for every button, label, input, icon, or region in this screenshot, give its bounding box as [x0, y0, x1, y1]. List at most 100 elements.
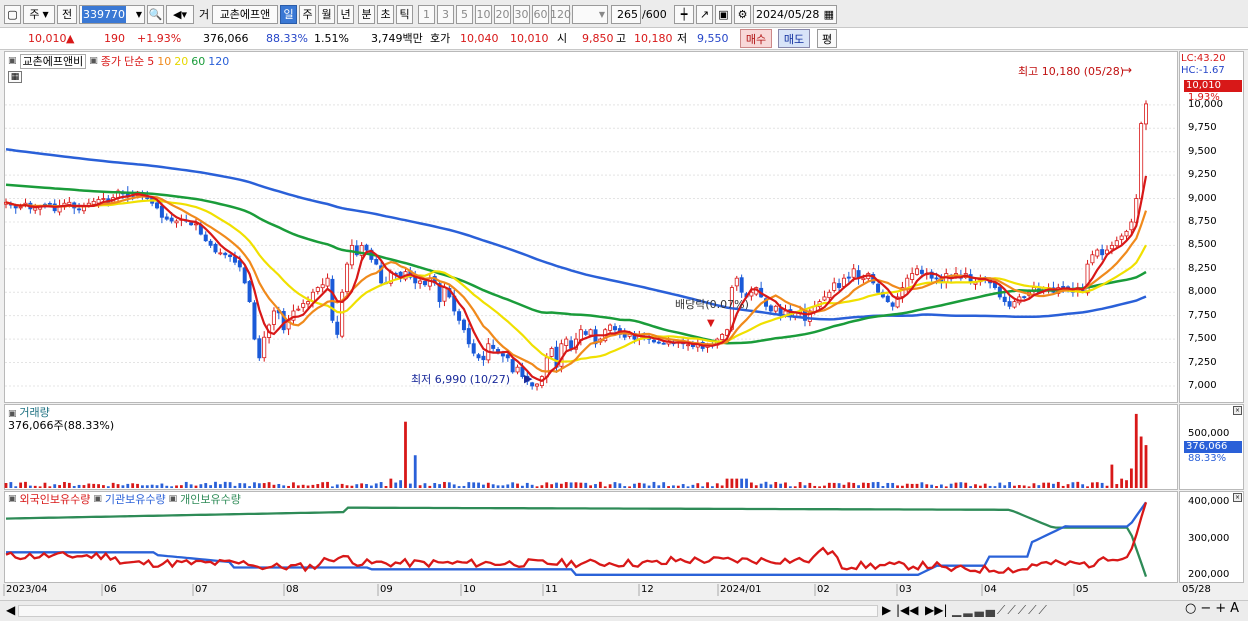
candle-body [651, 339, 656, 343]
volume-bar [915, 483, 919, 488]
grid-toggle-icon[interactable]: ▦ [8, 71, 22, 83]
volume-bar [637, 482, 641, 488]
volume-bar [48, 486, 52, 488]
volume-bar [788, 486, 792, 488]
candle-body [905, 277, 910, 289]
candle-body [686, 344, 691, 347]
volume-bar [579, 482, 583, 488]
candle-body [228, 254, 233, 258]
volume-bar [160, 483, 164, 488]
volume-bar [43, 482, 47, 488]
volume-bar [243, 483, 247, 488]
volume-bar [199, 484, 203, 488]
volume-bar [506, 484, 510, 488]
volume-bar [1013, 485, 1016, 488]
volume-bar [862, 482, 865, 488]
candle-body [500, 353, 505, 357]
volume-bar [720, 485, 724, 488]
volume-bar [784, 482, 787, 488]
volume-bar [145, 485, 149, 488]
volume-bar [871, 482, 875, 488]
scroll-track[interactable] [18, 605, 878, 617]
volume-bar [545, 482, 549, 488]
candle-body [768, 305, 773, 312]
candle-body [33, 207, 38, 211]
volume-bar [321, 482, 325, 488]
candle-body [1109, 244, 1114, 250]
candle-body [656, 341, 661, 344]
candle-body [320, 284, 325, 289]
x-tick-label: 06 [104, 584, 117, 595]
price-legend: ▣ 교촌에프앤비 ▣ 종가 단순 5 10 20 60 120 [8, 54, 229, 69]
candle-body [1002, 296, 1007, 303]
candle-body [471, 343, 476, 354]
volume-bar [248, 486, 251, 488]
volume-bar [301, 484, 305, 488]
volume-bar [491, 484, 495, 488]
volume-bar [881, 486, 885, 488]
panel-close-icon[interactable]: × [1233, 406, 1242, 415]
scroll-right-icon[interactable]: ▶ [882, 604, 891, 616]
candle-body [306, 301, 311, 305]
volume-bar [394, 482, 398, 488]
volume-bar [72, 485, 76, 488]
volume-bar [77, 484, 81, 488]
volume-title-text: 거래량 [19, 406, 50, 419]
x-tick-label: 08 [286, 584, 299, 595]
candle-body [1095, 249, 1100, 257]
volume-bar [1091, 482, 1094, 488]
panel-close-icon[interactable]: × [1233, 493, 1242, 502]
drawing-tools-icon[interactable]: ▁▂▃▄⟋⟋⟋⟋⟋ [952, 604, 1049, 616]
volume-bar [1056, 481, 1060, 488]
candle-body [885, 295, 890, 303]
candle-body [919, 269, 924, 274]
candle-body [583, 331, 588, 335]
volume-bar [564, 482, 568, 488]
holdings-tick-label: 400,000 [1188, 496, 1230, 508]
candle-body [934, 277, 939, 280]
volume-bar [866, 482, 870, 488]
candle-body [549, 348, 554, 357]
volume-bar [1003, 485, 1007, 488]
x-tick-label: 05/28 [1182, 584, 1211, 595]
volume-bar [141, 485, 144, 488]
volume-bar [316, 484, 320, 488]
volume-bar [472, 482, 476, 488]
candle-body [827, 291, 832, 299]
volume-bar [428, 485, 432, 488]
candle-body [1124, 230, 1129, 237]
scroll-first-icon[interactable]: |◀◀ [896, 604, 919, 616]
volume-pct-tag: 88.33% [1188, 453, 1227, 464]
volume-bar [706, 482, 709, 488]
volume-bar [150, 484, 154, 488]
volume-bar [501, 485, 505, 488]
volume-bar [477, 482, 480, 488]
volume-bar [920, 482, 924, 488]
volume-bar [28, 485, 32, 488]
bullet-icon: ▣ [8, 494, 17, 504]
volume-bar [209, 485, 213, 488]
volume-bar [667, 486, 670, 488]
price-tick-label: 9,750 [1188, 122, 1217, 134]
volume-bar [701, 486, 705, 488]
legend-stock-name[interactable]: 교촌에프앤비 [19, 54, 87, 69]
price-tick-label: 8,250 [1188, 262, 1217, 274]
candle-body [335, 321, 340, 335]
scroll-left-icon[interactable]: ◀ [6, 604, 15, 616]
volume-bar [901, 485, 904, 488]
zoom-controls[interactable]: ○−+A [1185, 602, 1243, 615]
scroll-last-icon[interactable]: ▶▶| [925, 604, 948, 616]
volume-bar [1052, 483, 1055, 488]
volume-bar [969, 486, 973, 488]
volume-bar [4, 483, 8, 488]
volume-bar [179, 485, 183, 488]
arrow-right-icon: ▶ [524, 372, 533, 385]
volume-bar [267, 482, 271, 488]
candle-body [189, 222, 194, 226]
volume-bar [1071, 482, 1075, 488]
volume-bar [19, 482, 23, 488]
volume-bar [988, 485, 992, 488]
x-tick-label: 07 [195, 584, 208, 595]
holdings-tick-label: 200,000 [1188, 568, 1230, 580]
candle-body [418, 280, 423, 284]
